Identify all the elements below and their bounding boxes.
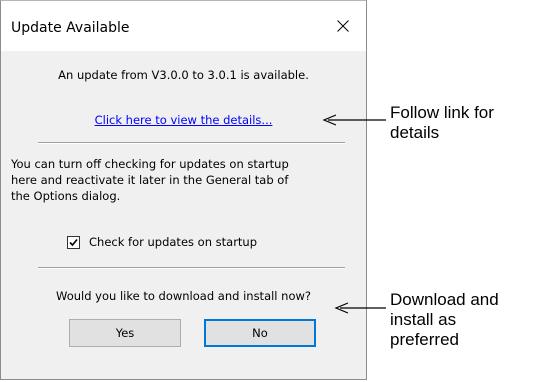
- close-button[interactable]: [322, 9, 366, 43]
- separator-bottom: [38, 267, 345, 269]
- yes-button[interactable]: Yes: [69, 319, 181, 347]
- install-question: Would you like to download and install n…: [56, 289, 311, 303]
- arrow-left-icon: [334, 302, 386, 314]
- check-updates-label: Check for updates on startup: [89, 235, 258, 249]
- info-line-1: You can turn off checking for updates on…: [11, 157, 289, 171]
- link-callout-line-2: details: [390, 123, 440, 142]
- close-icon: [337, 20, 349, 32]
- info-line-3: the Options dialog.: [11, 189, 121, 203]
- buttons-callout-line-1: Download and: [390, 290, 499, 309]
- buttons-callout-line-3: preferred: [390, 330, 459, 349]
- buttons-callout-line-2: install as: [390, 310, 457, 329]
- dialog-title: Update Available: [11, 20, 130, 36]
- check-updates-checkbox[interactable]: [67, 236, 80, 249]
- title-bar: Update Available: [1, 1, 366, 51]
- checkmark-icon: [69, 238, 78, 247]
- no-button[interactable]: No: [204, 319, 316, 347]
- update-dialog: Update Available An update from V3.0.0 t…: [0, 0, 367, 380]
- separator-top: [38, 142, 345, 144]
- arrow-left-icon: [322, 114, 386, 126]
- details-link[interactable]: Click here to view the details...: [95, 113, 273, 127]
- link-callout: Follow link for details: [390, 103, 494, 143]
- info-line-2: here and reactivate it later in the Gene…: [11, 173, 289, 187]
- update-message: An update from V3.0.0 to 3.0.1 is availa…: [58, 68, 309, 82]
- buttons-callout: Download and install as preferred: [390, 290, 499, 350]
- link-callout-line-1: Follow link for: [390, 103, 494, 122]
- details-link-row: Click here to view the details...: [1, 113, 366, 127]
